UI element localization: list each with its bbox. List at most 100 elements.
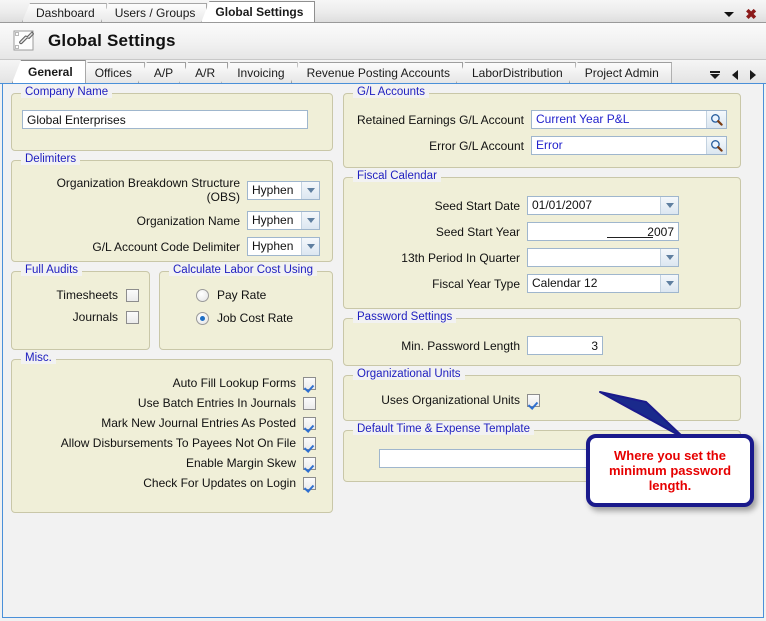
uses-organizational-units-checkbox[interactable] <box>527 393 540 407</box>
window-tab-list: Dashboard Users / Groups Global Settings <box>0 1 316 22</box>
row-journals: Journals <box>22 310 139 324</box>
magnifier-icon[interactable] <box>706 111 726 128</box>
auto-fill-lookup-forms-label: Auto Fill Lookup Forms <box>172 376 296 390</box>
tab-revenue-posting-accounts[interactable]: Revenue Posting Accounts <box>290 62 463 83</box>
use-batch-entries-label: Use Batch Entries In Journals <box>137 396 296 410</box>
mark-new-journal-entries-label: Mark New Journal Entries As Posted <box>101 416 296 430</box>
journals-label: Journals <box>72 310 118 324</box>
enable-margin-skew-checkbox[interactable] <box>303 456 316 470</box>
tab-ar[interactable]: A/R <box>179 62 229 83</box>
group-legend: Delimiters <box>21 153 81 165</box>
chevron-down-icon <box>301 212 319 229</box>
min-password-length-label: Min. Password Length <box>401 338 520 353</box>
close-icon[interactable]: ✖ <box>745 7 757 21</box>
tab-label: Project Admin <box>584 66 659 80</box>
radio-pay-rate[interactable]: Pay Rate <box>170 288 322 302</box>
auto-fill-lookup-forms-checkbox[interactable] <box>303 376 316 390</box>
year-mask-underline <box>607 237 653 238</box>
tab-general[interactable]: General <box>12 60 86 83</box>
job-cost-rate-radio[interactable] <box>196 311 209 325</box>
group-legend: Organizational Units <box>353 368 465 380</box>
row-gl-account-code-delimiter: G/L Account Code Delimiter Hyphen <box>22 237 322 256</box>
group-gl-accounts: G/L Accounts Retained Earnings G/L Accou… <box>343 86 741 168</box>
check-for-updates-checkbox[interactable] <box>303 476 316 490</box>
window-tab-label: Global Settings <box>215 5 304 19</box>
arrow-right-icon[interactable] <box>750 70 756 80</box>
row-seed-start-date: Seed Start Date 01/01/2007 <box>354 196 730 215</box>
row-timesheets: Timesheets <box>22 288 139 302</box>
wrench-tool-icon <box>12 28 38 54</box>
min-password-length-input[interactable] <box>527 336 603 355</box>
obs-delimiter-select[interactable]: Hyphen <box>247 180 320 200</box>
chevron-down-icon <box>301 181 319 199</box>
group-organizational-units: Organizational Units Uses Organizational… <box>343 368 741 421</box>
tab-list-icon[interactable] <box>710 71 720 79</box>
settings-content-panel: Company Name Delimiters Organization Bre… <box>2 83 764 618</box>
row-error-gl-account: Error G/L Account Error <box>354 136 730 155</box>
check-for-updates-label: Check For Updates on Login <box>143 476 296 490</box>
row-13th-period: 13th Period In Quarter <box>354 248 730 267</box>
row-mark-new-journal-entries: Mark New Journal Entries As Posted <box>22 416 316 430</box>
row-use-batch-entries: Use Batch Entries In Journals <box>22 396 316 410</box>
organization-name-value: Hyphen <box>252 213 294 227</box>
allow-disbursements-checkbox[interactable] <box>303 436 316 450</box>
chevron-down-icon <box>660 275 678 292</box>
use-batch-entries-checkbox[interactable] <box>303 396 316 410</box>
seed-start-year-label: Seed Start Year <box>435 224 520 239</box>
window-tab-label: Dashboard <box>36 6 95 20</box>
row-min-password-length: Min. Password Length <box>354 336 730 355</box>
arrow-left-icon[interactable] <box>732 70 738 80</box>
tab-labor-distribution[interactable]: LaborDistribution <box>456 62 576 83</box>
page-header: Global Settings <box>0 23 766 60</box>
error-gl-account-lookup[interactable]: Error <box>531 136 727 155</box>
application-window: Dashboard Users / Groups Global Settings… <box>0 0 766 621</box>
journals-checkbox[interactable] <box>126 310 139 324</box>
tab-ap[interactable]: A/P <box>137 62 187 83</box>
group-legend: Misc. <box>21 352 56 364</box>
tab-label: A/P <box>153 66 174 80</box>
row-check-for-updates: Check For Updates on Login <box>22 476 316 490</box>
radio-job-cost-rate[interactable]: Job Cost Rate <box>170 311 322 325</box>
mark-new-journal-entries-checkbox[interactable] <box>303 416 316 430</box>
tab-label: Revenue Posting Accounts <box>306 66 450 80</box>
window-tab-users-groups[interactable]: Users / Groups <box>100 3 208 22</box>
group-legend: Default Time & Expense Template <box>353 423 535 435</box>
window-tab-label: Users / Groups <box>114 6 196 20</box>
timesheets-checkbox[interactable] <box>126 288 139 302</box>
pay-rate-label: Pay Rate <box>217 288 267 302</box>
gl-delimiter-select[interactable]: Hyphen <box>247 237 320 256</box>
organization-name-select[interactable]: Hyphen <box>247 211 320 230</box>
obs-delimiter-label: Organization Breakdown Structure (OBS) <box>56 176 240 204</box>
chevron-down-icon <box>660 197 678 214</box>
tab-invoicing[interactable]: Invoicing <box>221 62 298 83</box>
group-legend: Fiscal Calendar <box>353 170 441 182</box>
caret-down-icon[interactable] <box>724 11 735 17</box>
seed-start-year-wrap <box>527 222 679 241</box>
callout-bubble: Where you set the minimum password lengt… <box>586 434 754 507</box>
row-organization-name: Organization Name Hyphen <box>22 211 322 230</box>
group-misc: Misc. Auto Fill Lookup Forms Use Batch E… <box>11 352 333 513</box>
tab-label: Offices <box>94 66 132 80</box>
tab-label: LaborDistribution <box>472 66 563 80</box>
magnifier-icon[interactable] <box>706 137 726 154</box>
tab-label: Invoicing <box>237 66 285 80</box>
tab-project-admin[interactable]: Project Admin <box>568 62 672 83</box>
seed-start-date-select[interactable]: 01/01/2007 <box>527 196 679 215</box>
thirteenth-period-select[interactable] <box>527 248 679 267</box>
group-company-name: Company Name <box>11 86 333 151</box>
group-legend: Password Settings <box>353 311 457 323</box>
tab-offices[interactable]: Offices <box>78 62 145 83</box>
organization-name-label: Organization Name <box>136 213 240 228</box>
retained-earnings-lookup[interactable]: Current Year P&L <box>531 110 727 129</box>
tab-navigation <box>704 70 766 83</box>
pay-rate-radio[interactable] <box>196 288 209 302</box>
window-tab-dashboard[interactable]: Dashboard <box>22 3 107 22</box>
fiscal-year-type-select[interactable]: Calendar 12 <box>527 274 679 293</box>
error-gl-account-value: Error <box>536 138 563 152</box>
group-fiscal-calendar: Fiscal Calendar Seed Start Date 01/01/20… <box>343 170 741 309</box>
row-uses-organizational-units: Uses Organizational Units <box>354 393 730 407</box>
company-name-input[interactable] <box>22 110 308 129</box>
window-tab-global-settings[interactable]: Global Settings <box>201 1 316 22</box>
seed-start-year-input[interactable] <box>527 222 679 241</box>
group-legend: G/L Accounts <box>353 86 429 98</box>
